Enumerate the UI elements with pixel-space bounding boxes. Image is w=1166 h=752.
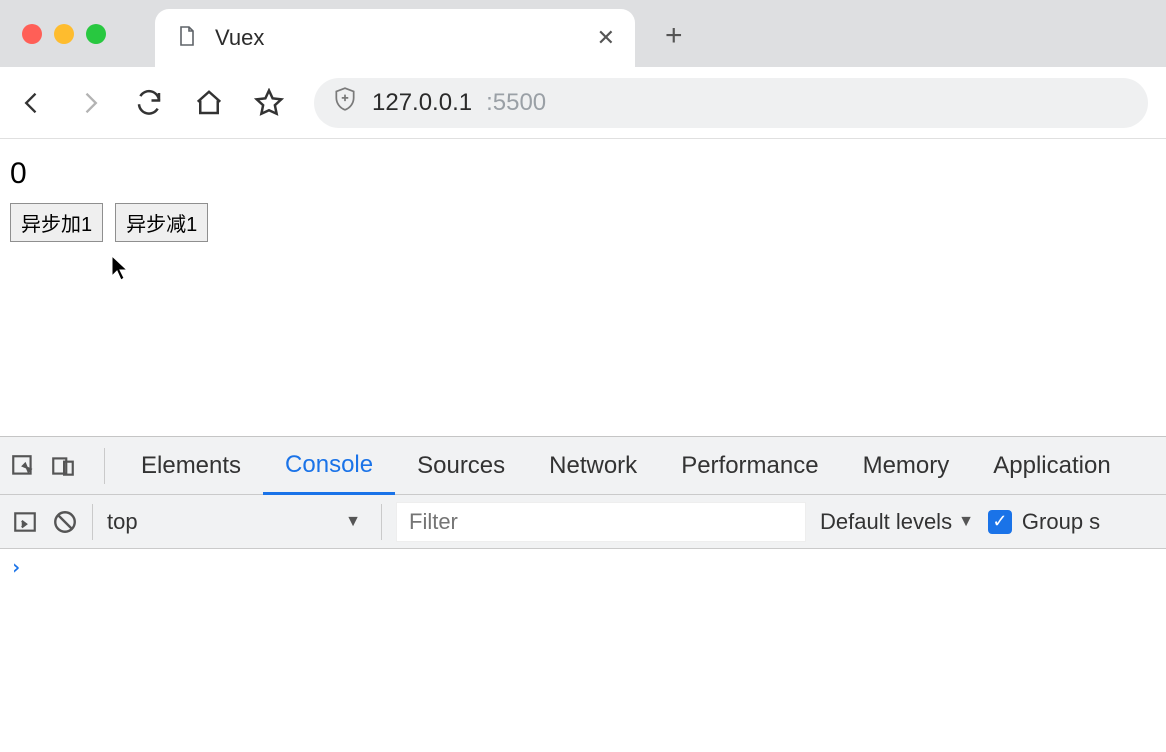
window-close-button[interactable]: [22, 24, 42, 44]
new-tab-button[interactable]: +: [665, 19, 683, 53]
chevron-down-icon: ▼: [958, 513, 974, 531]
browser-toolbar: 127.0.0.1 :5500: [0, 67, 1166, 139]
devtools-panel: Elements Console Sources Network Perform…: [0, 436, 1166, 752]
tab-application[interactable]: Application: [971, 437, 1132, 495]
execution-context-label: top: [107, 509, 138, 535]
window-zoom-button[interactable]: [86, 24, 106, 44]
checkbox-checked-icon: ✓: [988, 510, 1012, 534]
tab-network[interactable]: Network: [527, 437, 659, 495]
devtools-tabbar: Elements Console Sources Network Perform…: [0, 437, 1166, 495]
console-prompt-caret: ›: [10, 555, 22, 579]
clear-console-icon[interactable]: [52, 509, 78, 535]
console-output[interactable]: ›: [0, 549, 1166, 752]
page-content: 0 异步加1 异步减1: [0, 139, 1166, 260]
console-sidebar-icon[interactable]: [12, 509, 38, 535]
url-host: 127.0.0.1: [372, 89, 472, 117]
device-toolbar-icon[interactable]: [50, 453, 76, 479]
tab-console[interactable]: Console: [263, 437, 395, 495]
tab-elements[interactable]: Elements: [119, 437, 263, 495]
divider: [381, 504, 382, 540]
log-levels-select[interactable]: Default levels ▼: [820, 509, 974, 535]
divider: [92, 504, 93, 540]
url-bar[interactable]: 127.0.0.1 :5500: [314, 78, 1148, 128]
tab-performance[interactable]: Performance: [659, 437, 840, 495]
window-controls: [22, 24, 106, 44]
back-button[interactable]: [18, 89, 46, 117]
shield-icon[interactable]: [332, 86, 358, 119]
chevron-down-icon: ▼: [345, 513, 361, 531]
forward-button[interactable]: [76, 89, 104, 117]
url-port: :5500: [486, 89, 546, 117]
tab-memory[interactable]: Memory: [841, 437, 972, 495]
tab-title: Vuex: [215, 25, 581, 51]
file-icon: [175, 24, 199, 53]
async-sub-button[interactable]: 异步减1: [115, 203, 208, 242]
group-similar-label: Group s: [1022, 509, 1100, 535]
tab-sources[interactable]: Sources: [395, 437, 527, 495]
log-levels-label: Default levels: [820, 509, 952, 535]
reload-button[interactable]: [134, 88, 164, 118]
browser-tab[interactable]: Vuex ✕: [155, 9, 635, 67]
window-minimize-button[interactable]: [54, 24, 74, 44]
console-filter-bar: top ▼ Default levels ▼ ✓ Group s: [0, 495, 1166, 549]
bookmark-button[interactable]: [254, 88, 284, 118]
execution-context-select[interactable]: top ▼: [107, 509, 367, 535]
inspect-element-icon[interactable]: [10, 453, 36, 479]
group-similar-checkbox[interactable]: ✓ Group s: [988, 509, 1100, 535]
home-button[interactable]: [194, 88, 224, 118]
close-icon[interactable]: ✕: [597, 25, 615, 51]
counter-value: 0: [10, 157, 1156, 191]
browser-chrome: Vuex ✕ +: [0, 0, 1166, 67]
console-filter-input[interactable]: [396, 502, 806, 542]
divider: [104, 448, 105, 484]
async-add-button[interactable]: 异步加1: [10, 203, 103, 242]
